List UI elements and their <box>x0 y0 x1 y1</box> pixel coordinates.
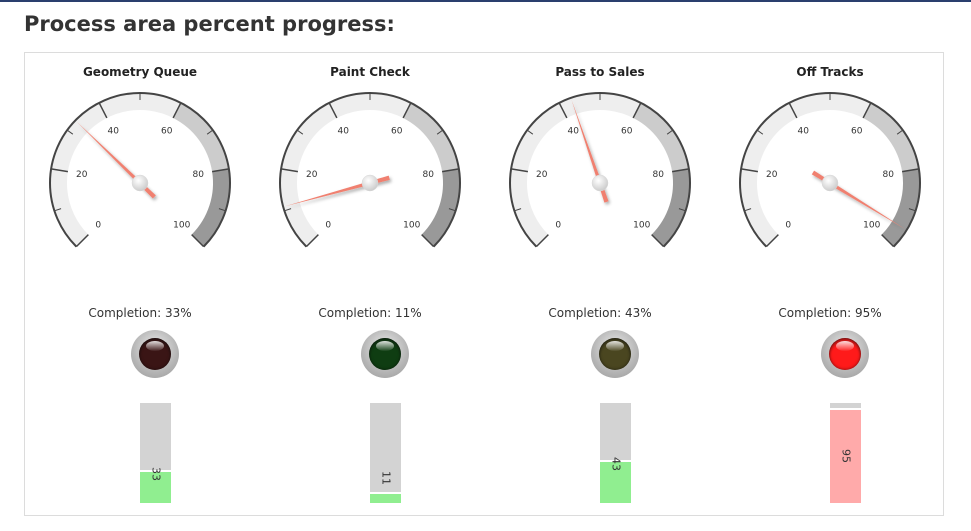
status-lamp <box>361 330 409 378</box>
area-pass-to-sales: Pass to Sales 0 20 40 60 80 100 Completion: 4… <box>500 53 700 515</box>
status-lamp-shine <box>606 341 624 351</box>
status-lamp <box>131 330 179 378</box>
gauge-off-tracks: 0 20 40 60 80 100 <box>739 92 921 248</box>
gauge-tick-label: 100 <box>863 221 880 231</box>
status-lamp-shine <box>146 341 164 351</box>
area-title: Paint Check <box>330 65 410 79</box>
gauge-tick-label: 20 <box>536 170 548 180</box>
gauge-tick-label: 100 <box>633 221 650 231</box>
status-lamp-core <box>829 338 861 370</box>
gauge-tick-label: 60 <box>851 126 863 136</box>
gauge-tick-label: 60 <box>391 126 403 136</box>
gauge-pass-to-sales: 0 20 40 60 80 100 <box>509 92 691 248</box>
area-paint-check: Paint Check 0 20 40 60 80 100 Completion: 11%… <box>270 53 470 515</box>
gauge-tick-label: 40 <box>567 126 579 136</box>
gauge-tick-label: 0 <box>95 221 101 231</box>
top-rule <box>0 0 971 2</box>
status-lamp-core <box>139 338 171 370</box>
gauge-band-2 <box>881 168 920 247</box>
completion-label: Completion: 11% <box>318 306 422 320</box>
gauge-tick-label: 40 <box>107 126 119 136</box>
progress-bar: 95 <box>830 403 861 503</box>
gauge-tick-label: 100 <box>173 221 190 231</box>
gauge-tick-label: 20 <box>76 170 88 180</box>
completion-label: Completion: 43% <box>548 306 652 320</box>
gauge-tick-label: 0 <box>785 221 791 231</box>
gauge-band-1 <box>862 102 919 172</box>
page-title: Process area percent progress: <box>24 12 395 36</box>
progress-bar-label: 11 <box>379 471 393 485</box>
gauge-tick-label: 80 <box>653 170 665 180</box>
gauge-tick-label: 40 <box>337 126 349 136</box>
area-title: Geometry Queue <box>82 65 198 79</box>
gauge-band-2 <box>191 168 230 247</box>
gauge-tick-label: 20 <box>306 170 318 180</box>
gauge-tick-label: 0 <box>325 221 331 231</box>
progress-panel: Geometry Queue 0 20 40 60 80 100 Completion: … <box>24 52 944 516</box>
gauge-needle-hub <box>591 174 609 192</box>
area-title: Pass to Sales <box>555 65 645 79</box>
status-lamp-shine <box>836 341 854 351</box>
progress-bar-label: 43 <box>609 457 623 471</box>
status-lamp-core <box>599 338 631 370</box>
completion-label: Completion: 95% <box>778 306 882 320</box>
progress-bar-label: 95 <box>839 448 853 463</box>
gauge-tick-label: 80 <box>423 170 435 180</box>
gauge-paint-check: 0 20 40 60 80 100 <box>279 92 461 248</box>
completion-label: Completion: 33% <box>88 306 192 320</box>
gauge-band-1 <box>172 102 229 172</box>
gauge-needle-hub <box>821 174 839 192</box>
gauge-geometry-queue: 0 20 40 60 80 100 <box>49 92 231 248</box>
gauge-tick-label: 60 <box>621 126 633 136</box>
gauge-needle-hub <box>131 174 149 192</box>
area-off-tracks: Off Tracks 0 20 40 60 80 100 Completion: 95% … <box>730 53 930 515</box>
gauge-tick-label: 0 <box>555 221 561 231</box>
gauge-tick-label: 40 <box>797 126 809 136</box>
area-geometry-queue: Geometry Queue 0 20 40 60 80 100 Completion: … <box>40 53 240 515</box>
progress-bar: 43 <box>600 403 631 503</box>
gauge-tick-label: 80 <box>883 170 895 180</box>
progress-bar-label: 33 <box>149 467 163 481</box>
gauge-band-1 <box>402 102 459 172</box>
gauge-tick-label: 100 <box>403 221 420 231</box>
gauge-tick-label: 20 <box>766 170 778 180</box>
gauge-band-2 <box>651 168 690 247</box>
gauge-needle-hub <box>361 174 379 192</box>
gauge-band-1 <box>632 102 689 172</box>
progress-bar: 11 <box>370 403 401 503</box>
area-title: Off Tracks <box>796 65 864 79</box>
progress-bar: 33 <box>140 403 171 503</box>
gauge-band-2 <box>421 168 460 247</box>
gauge-tick-label: 60 <box>161 126 173 136</box>
progress-bar-fill <box>370 492 401 503</box>
status-lamp-shine <box>376 341 394 351</box>
gauge-tick-label: 80 <box>193 170 205 180</box>
status-lamp-core <box>369 338 401 370</box>
status-lamp <box>591 330 639 378</box>
status-lamp <box>821 330 869 378</box>
